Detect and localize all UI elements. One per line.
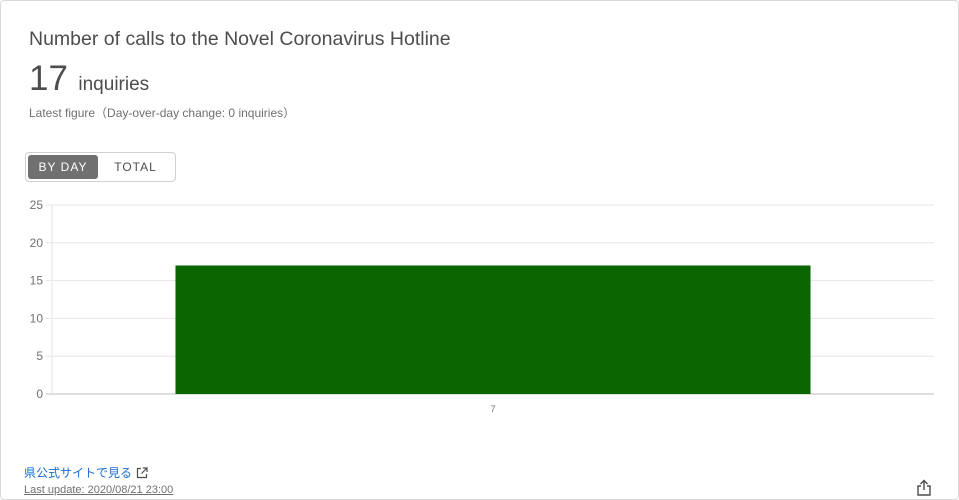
y-tick-label: 5 (36, 349, 43, 363)
period-toggle: BY DAY TOTAL (25, 152, 176, 182)
bar-chart: 0 5 10 15 20 25 7 (30, 198, 934, 414)
share-icon[interactable] (915, 479, 933, 497)
headline-subtitle: Latest figure（Day-over-day change: 0 inq… (29, 106, 296, 120)
x-axis-ticks: 7 (490, 404, 495, 414)
chart-card: Number of calls to the Novel Coronavirus… (0, 0, 959, 500)
y-tick-label: 15 (30, 274, 44, 288)
bar-7[interactable] (175, 265, 811, 394)
headline-unit: inquiries (78, 74, 150, 95)
y-tick-label: 25 (30, 198, 44, 212)
headline-figure: 17 inquiries (29, 59, 149, 99)
headline-value: 17 (29, 59, 68, 98)
y-tick-label: 10 (30, 311, 44, 325)
total-button[interactable]: TOTAL (98, 155, 173, 179)
by-day-button[interactable]: BY DAY (28, 155, 99, 179)
x-tick-label: 7 (490, 404, 495, 414)
y-tick-label: 0 (36, 387, 43, 401)
last-update: Last update: 2020/08/21 23:00 (24, 484, 174, 496)
y-axis-ticks: 0 5 10 15 20 25 (30, 198, 44, 401)
bars (175, 265, 811, 394)
external-link-icon (136, 466, 148, 478)
official-site-link-label: 県公式サイトで見る (24, 466, 133, 480)
y-tick-label: 20 (30, 236, 44, 250)
card-title: Number of calls to the Novel Coronavirus… (29, 28, 451, 50)
official-site-link[interactable]: 県公式サイトで見る (24, 464, 148, 481)
